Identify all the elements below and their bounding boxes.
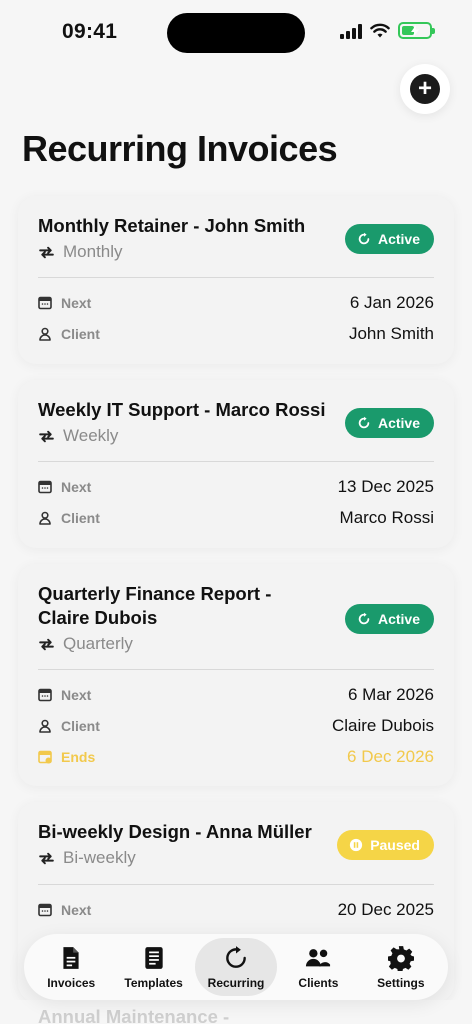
client-label: Client — [61, 510, 100, 526]
repeat-icon — [39, 246, 54, 258]
refresh-icon — [358, 232, 370, 245]
tab-clients[interactable]: Clients — [277, 938, 359, 996]
next-row: Next 20 Dec 2025 — [38, 898, 434, 922]
divider — [38, 884, 434, 885]
calendar-icon — [38, 296, 52, 310]
next-date: 20 Dec 2025 — [337, 900, 434, 919]
client-label: Client — [61, 326, 100, 342]
status-label: Active — [377, 415, 420, 431]
status-bar: 09:41 — [0, 0, 472, 64]
dynamic-island — [167, 13, 305, 53]
pause-icon — [350, 838, 363, 852]
status-icons — [340, 22, 435, 39]
next-label: Next — [61, 479, 92, 495]
next-row: Next 6 Jan 2026 — [38, 291, 434, 315]
status-badge[interactable]: Active — [344, 224, 434, 254]
status-badge[interactable]: Active — [344, 408, 434, 438]
tab-settings[interactable]: Settings — [360, 938, 442, 996]
divider — [38, 277, 434, 278]
frequency: Bi-weekly — [38, 848, 136, 868]
refresh-icon — [358, 416, 370, 429]
refresh-icon — [358, 612, 370, 625]
next-label: Next — [61, 295, 92, 311]
signal-icon — [340, 23, 362, 39]
calendar-icon — [38, 688, 52, 702]
status-time: 09:41 — [62, 20, 118, 43]
invoice-title: Bi-weekly Design - Anna Müller — [38, 821, 312, 842]
invoice-title: Monthly Retainer - John Smith — [38, 215, 306, 236]
plus-icon: + — [410, 74, 440, 104]
divider — [38, 461, 434, 462]
repeat-icon — [39, 852, 54, 864]
tab-label: Settings — [377, 975, 425, 990]
bottom-nav: Invoices Templates Recurring Clients Set… — [24, 934, 448, 1000]
invoice-title-line2: Claire Dubois — [38, 607, 158, 628]
invoice-title: Quarterly Finance Report - — [38, 583, 272, 604]
calendar-icon — [38, 903, 52, 917]
frequency: Monthly — [38, 242, 123, 262]
document-icon — [63, 946, 79, 969]
next-date: 13 Dec 2025 — [337, 477, 434, 496]
tab-templates[interactable]: Templates — [112, 938, 194, 996]
frequency-label: Monthly — [63, 242, 123, 261]
invoice-card[interactable]: Weekly IT Support - Marco Rossi Weekly A… — [18, 380, 454, 548]
status-label: Active — [377, 231, 420, 247]
invoice-card[interactable]: Monthly Retainer - John Smith Monthly Ac… — [18, 196, 454, 364]
invoice-title-partial[interactable]: Annual Maintenance - — [38, 1006, 229, 1024]
frequency-label: Quarterly — [63, 634, 133, 653]
next-row: Next 6 Mar 2026 — [38, 683, 434, 707]
invoice-card[interactable]: Quarterly Finance Report - Claire Dubois… — [18, 564, 454, 786]
template-icon — [144, 946, 163, 969]
next-row: Next 13 Dec 2025 — [38, 475, 434, 499]
status-label: Paused — [370, 837, 420, 853]
client-row: Client Marco Rossi — [38, 506, 434, 530]
repeat-icon — [39, 430, 54, 442]
battery-icon — [398, 22, 435, 39]
add-recurring-button[interactable]: + — [400, 64, 450, 114]
tab-label: Clients — [298, 975, 339, 990]
tab-label: Recurring — [207, 975, 265, 990]
repeat-icon — [39, 638, 54, 650]
refresh-icon — [226, 945, 246, 968]
tab-invoices[interactable]: Invoices — [30, 938, 112, 996]
frequency-label: Weekly — [63, 426, 119, 445]
person-icon — [39, 327, 51, 341]
person-icon — [39, 511, 51, 525]
tab-label: Templates — [124, 975, 183, 990]
client-name: John Smith — [348, 324, 434, 343]
client-row: Client Claire Dubois — [38, 714, 434, 738]
calendar-icon — [38, 480, 52, 494]
gear-icon — [387, 945, 414, 971]
ends-date: 6 Dec 2026 — [347, 747, 434, 766]
people-icon — [306, 948, 331, 966]
calendar-end-icon — [38, 750, 52, 764]
status-badge[interactable]: Active — [344, 604, 434, 634]
frequency: Quarterly — [38, 634, 133, 654]
client-name: Marco Rossi — [339, 508, 434, 527]
frequency-label: Bi-weekly — [63, 848, 136, 867]
client-label: Client — [61, 718, 100, 734]
next-label: Next — [61, 902, 92, 918]
frequency: Weekly — [38, 426, 118, 446]
next-label: Next — [61, 687, 92, 703]
ends-row: Ends 6 Dec 2026 — [38, 745, 434, 769]
tab-label: Invoices — [47, 975, 96, 990]
next-date: 6 Jan 2026 — [349, 293, 434, 312]
ends-label: Ends — [61, 749, 96, 765]
client-name: Claire Dubois — [331, 716, 434, 735]
person-icon — [39, 719, 51, 733]
tab-recurring[interactable]: Recurring — [194, 938, 278, 996]
wifi-icon — [370, 23, 390, 37]
status-badge[interactable]: Paused — [337, 830, 434, 860]
invoice-title: Weekly IT Support - Marco Rossi — [38, 399, 326, 420]
divider — [38, 669, 434, 670]
client-row: Client John Smith — [38, 322, 434, 346]
status-label: Active — [377, 611, 420, 627]
page-title: Recurring Invoices — [22, 128, 338, 169]
next-date: 6 Mar 2026 — [348, 685, 434, 704]
